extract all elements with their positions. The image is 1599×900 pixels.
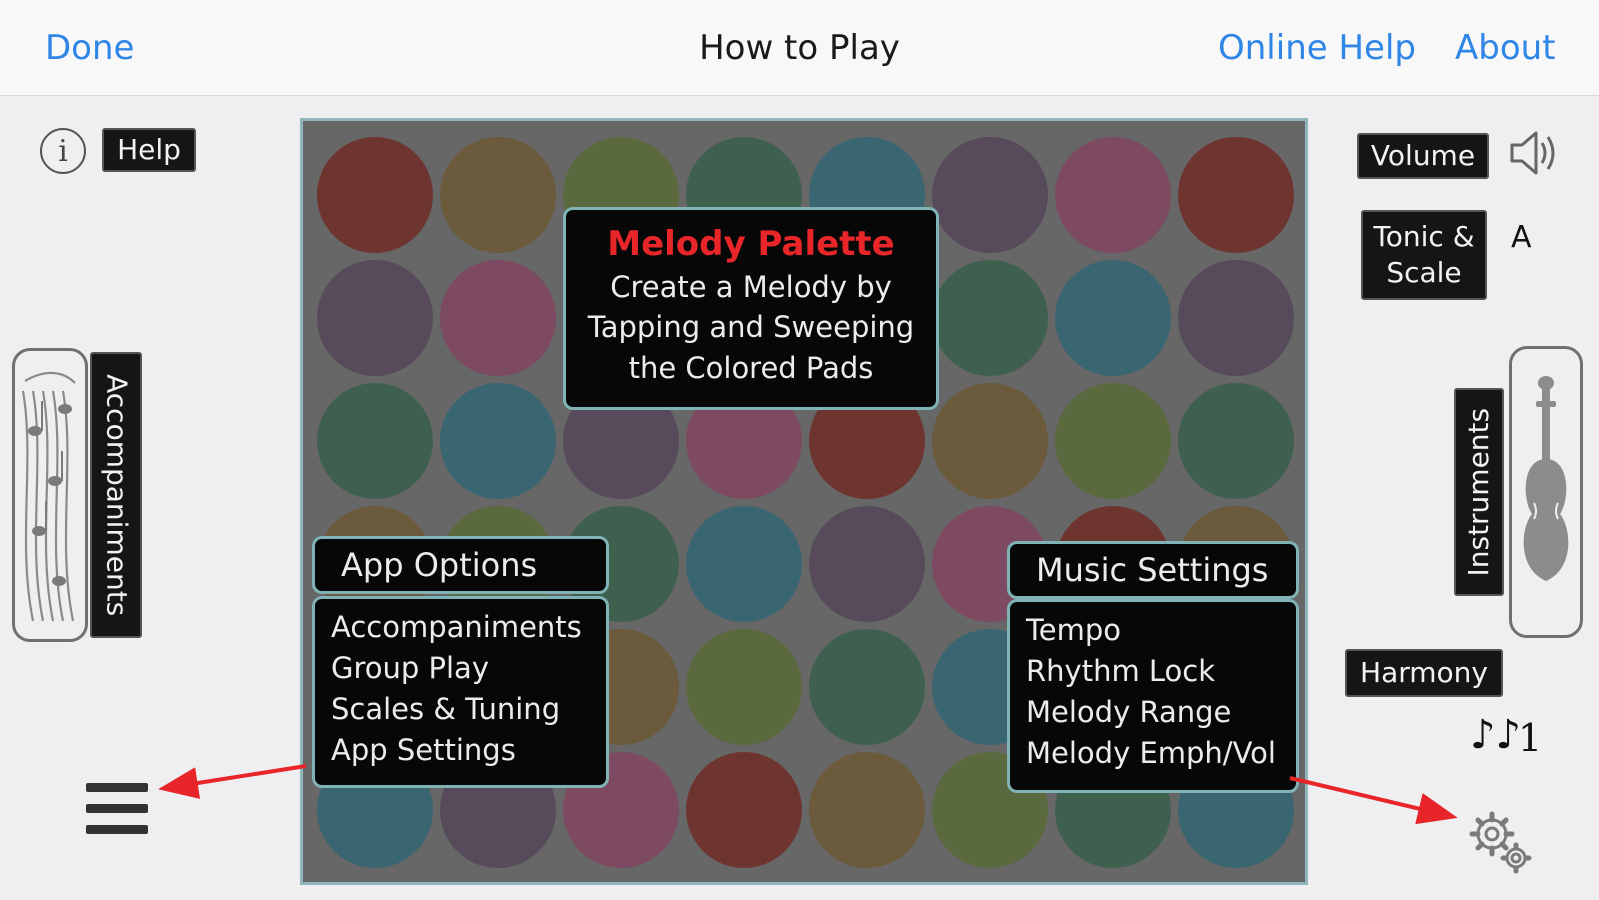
- color-pad[interactable]: [440, 260, 556, 376]
- tonic-value[interactable]: A: [1511, 220, 1532, 255]
- arrow-to-menu: [158, 764, 307, 799]
- help-label: Help: [102, 128, 196, 172]
- melody-palette-callout: Melody Palette Create a Melody by Tappin…: [563, 207, 939, 410]
- color-pad[interactable]: [809, 629, 925, 745]
- music-note-icon: ♪♪: [1470, 712, 1522, 758]
- color-pad[interactable]: [317, 260, 433, 376]
- volume-label: Volume: [1357, 133, 1489, 179]
- navigation-bar: Done How to Play Online Help About: [0, 0, 1599, 96]
- color-pad[interactable]: [932, 260, 1048, 376]
- color-pad[interactable]: [1178, 383, 1294, 499]
- gear-icon[interactable]: [1466, 808, 1538, 880]
- color-pad[interactable]: [440, 137, 556, 253]
- tonic-scale-line: Tonic &: [1373, 219, 1475, 253]
- tonic-scale-line: Scale: [1386, 256, 1462, 289]
- list-item: Tempo: [1026, 613, 1122, 647]
- color-pad[interactable]: [1178, 137, 1294, 253]
- list-item: Melody Range: [1026, 695, 1232, 729]
- instruments-button[interactable]: [1509, 346, 1583, 638]
- color-pad[interactable]: [1055, 260, 1171, 376]
- list-item: Rhythm Lock: [1026, 654, 1216, 688]
- color-pad[interactable]: [686, 752, 802, 868]
- list-item: Scales & Tuning: [331, 692, 561, 726]
- color-pad[interactable]: [686, 506, 802, 622]
- color-pad[interactable]: [809, 506, 925, 622]
- app-options-header: App Options: [312, 536, 609, 594]
- app-options-list: Accompaniments Group Play Scales & Tunin…: [312, 596, 609, 788]
- info-icon[interactable]: i: [40, 128, 86, 174]
- color-pad[interactable]: [932, 137, 1048, 253]
- color-pad[interactable]: [932, 383, 1048, 499]
- color-pad[interactable]: [440, 383, 556, 499]
- music-settings-header: Music Settings: [1007, 541, 1299, 599]
- color-pad[interactable]: [317, 383, 433, 499]
- violin-icon: [1523, 376, 1569, 581]
- harmony-value[interactable]: 1: [1518, 716, 1542, 760]
- accompaniments-button[interactable]: [12, 348, 88, 642]
- melody-palette-line: Create a Melody by: [610, 269, 892, 304]
- color-pad[interactable]: [686, 629, 802, 745]
- about-button[interactable]: About: [1455, 28, 1556, 68]
- list-item: Group Play: [331, 651, 489, 685]
- instruments-label: Instruments: [1454, 388, 1504, 596]
- list-item: App Settings: [331, 733, 516, 767]
- arrow-to-gear: [1289, 776, 1458, 825]
- list-item: Melody Emph/Vol: [1026, 736, 1276, 770]
- color-pad[interactable]: [1055, 383, 1171, 499]
- sheet-music-icon: [21, 371, 76, 622]
- color-pad[interactable]: [1178, 260, 1294, 376]
- online-help-button[interactable]: Online Help: [1218, 28, 1416, 68]
- speaker-icon[interactable]: [1508, 128, 1560, 178]
- music-settings-list: Tempo Rhythm Lock Melody Range Melody Em…: [1007, 599, 1299, 793]
- melody-palette-title: Melody Palette: [607, 224, 895, 264]
- tonic-scale-label: Tonic & Scale: [1361, 210, 1487, 300]
- accompaniments-label: Accompaniments: [90, 352, 142, 638]
- menu-icon[interactable]: [86, 783, 148, 835]
- list-item: Accompaniments: [331, 610, 582, 644]
- color-pad[interactable]: [809, 752, 925, 868]
- melody-palette-line: Tapping and Sweeping: [587, 310, 915, 345]
- color-pad[interactable]: [317, 137, 433, 253]
- harmony-label: Harmony: [1345, 649, 1503, 697]
- melody-palette-line: the Colored Pads: [628, 350, 874, 385]
- color-pad[interactable]: [1055, 137, 1171, 253]
